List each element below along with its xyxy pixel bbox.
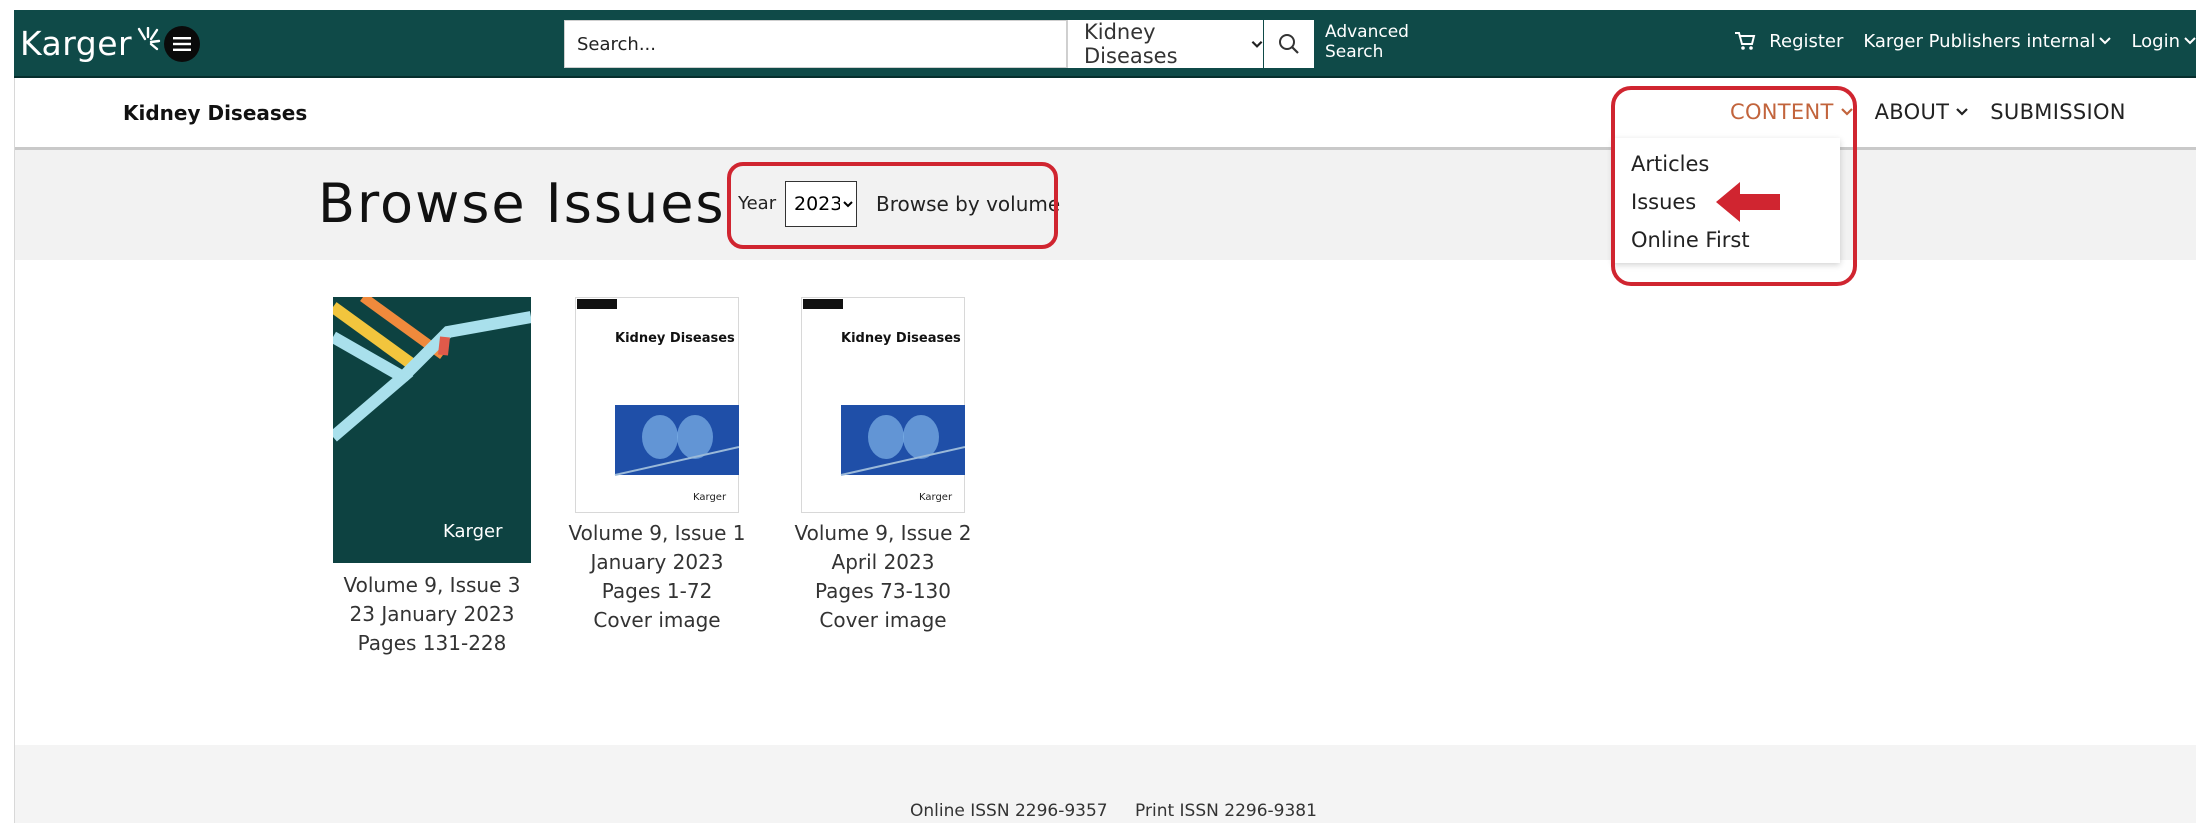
cover-title-text: Kidney Diseases bbox=[841, 331, 961, 346]
issue-date: 23 January 2023 bbox=[349, 602, 515, 626]
annotation-highlight-year bbox=[727, 162, 1058, 249]
issue-date: January 2023 bbox=[590, 550, 724, 574]
issue-volume[interactable]: Volume 9, Issue 2 bbox=[788, 519, 978, 548]
nav-submission[interactable]: SUBMISSION bbox=[1990, 100, 2126, 124]
hamburger-icon bbox=[173, 37, 191, 51]
nav-submission-label: SUBMISSION bbox=[1990, 100, 2126, 124]
annotation-arrow-icon bbox=[1716, 182, 1780, 222]
top-header-bar: Karger Kidney Diseases Advanced Search R… bbox=[14, 10, 2196, 78]
karger-logo[interactable]: Karger bbox=[20, 24, 161, 63]
karger-logo-mark-icon bbox=[137, 26, 161, 50]
advanced-search-link[interactable]: Advanced Search bbox=[1325, 22, 1409, 62]
cover-brand-text: Karger bbox=[919, 492, 953, 503]
issue-volume[interactable]: Volume 9, Issue 1 bbox=[562, 519, 752, 548]
search-input[interactable] bbox=[577, 33, 1066, 55]
issue-pages: Pages 1-72 bbox=[601, 579, 713, 603]
page-top-margin bbox=[0, 0, 2196, 10]
cover-brand-text: Karger bbox=[443, 521, 503, 542]
issue-date: April 2023 bbox=[831, 550, 935, 574]
search-scope-select[interactable]: Kidney Diseases bbox=[1067, 20, 1263, 68]
issue-card: Karger Volume 9, Issue 3 23 January 2023… bbox=[320, 297, 544, 658]
issue-card: Kidney Diseases Karger Volume 9, Issue 1… bbox=[562, 297, 752, 635]
search-field[interactable] bbox=[564, 20, 1067, 68]
user-menu: Register Karger Publishers internal Logi… bbox=[1713, 30, 2196, 52]
publisher-label: Karger Publishers internal bbox=[1863, 30, 2096, 52]
journal-title-link[interactable]: Kidney Diseases bbox=[123, 101, 307, 125]
search-scope-label: Kidney Diseases bbox=[1084, 20, 1178, 68]
issue-cover-image[interactable]: Karger bbox=[333, 297, 531, 563]
page-title: Browse Issues bbox=[318, 172, 726, 235]
issue-pages: Pages 131-228 bbox=[357, 631, 507, 655]
issue-volume[interactable]: Volume 9, Issue 3 bbox=[320, 571, 544, 600]
nav-about-label: ABOUT bbox=[1874, 100, 1950, 124]
issn-info: Online ISSN 2296-9357 Print ISSN 2296-93… bbox=[910, 801, 1339, 821]
search-button[interactable] bbox=[1264, 20, 1314, 68]
print-issn: Print ISSN 2296-9381 bbox=[1135, 801, 1317, 821]
advanced-search-line2: Search bbox=[1325, 42, 1384, 62]
chevron-down-icon bbox=[1251, 40, 1263, 48]
journal-nav-bar: Kidney Diseases CONTENT ABOUT SUBMISSION bbox=[15, 78, 2196, 150]
register-label: Register bbox=[1769, 30, 1844, 52]
chevron-down-icon bbox=[2184, 37, 2196, 45]
issue-pages: Pages 73-130 bbox=[814, 579, 952, 603]
hamburger-menu-button[interactable] bbox=[164, 26, 200, 62]
cart-icon bbox=[1735, 32, 1756, 50]
online-issn: Online ISSN 2296-9357 bbox=[910, 801, 1108, 821]
issue-card: Kidney Diseases Karger Volume 9, Issue 2… bbox=[788, 297, 978, 635]
issue-cover-image[interactable]: Kidney Diseases Karger bbox=[801, 297, 965, 513]
issue-cover-image[interactable]: Kidney Diseases Karger bbox=[575, 297, 739, 513]
cover-brand-text: Karger bbox=[693, 492, 727, 503]
login-label: Login bbox=[2131, 30, 2180, 52]
chevron-down-icon bbox=[2099, 37, 2112, 45]
login-menu[interactable]: Login bbox=[2131, 31, 2196, 52]
publisher-menu[interactable]: Karger Publishers internal bbox=[1863, 30, 2112, 52]
advanced-search-line1: Advanced bbox=[1325, 22, 1409, 42]
cover-image-link[interactable]: Cover image bbox=[788, 606, 978, 635]
cover-title-text: Kidney Diseases bbox=[615, 331, 735, 346]
cover-image-link[interactable]: Cover image bbox=[562, 606, 752, 635]
search-icon bbox=[1279, 34, 1299, 54]
chevron-down-icon bbox=[1956, 108, 1969, 116]
register-link[interactable]: Register bbox=[1733, 30, 1843, 52]
nav-about[interactable]: ABOUT bbox=[1875, 100, 1969, 124]
logo-text: Karger bbox=[20, 24, 133, 63]
